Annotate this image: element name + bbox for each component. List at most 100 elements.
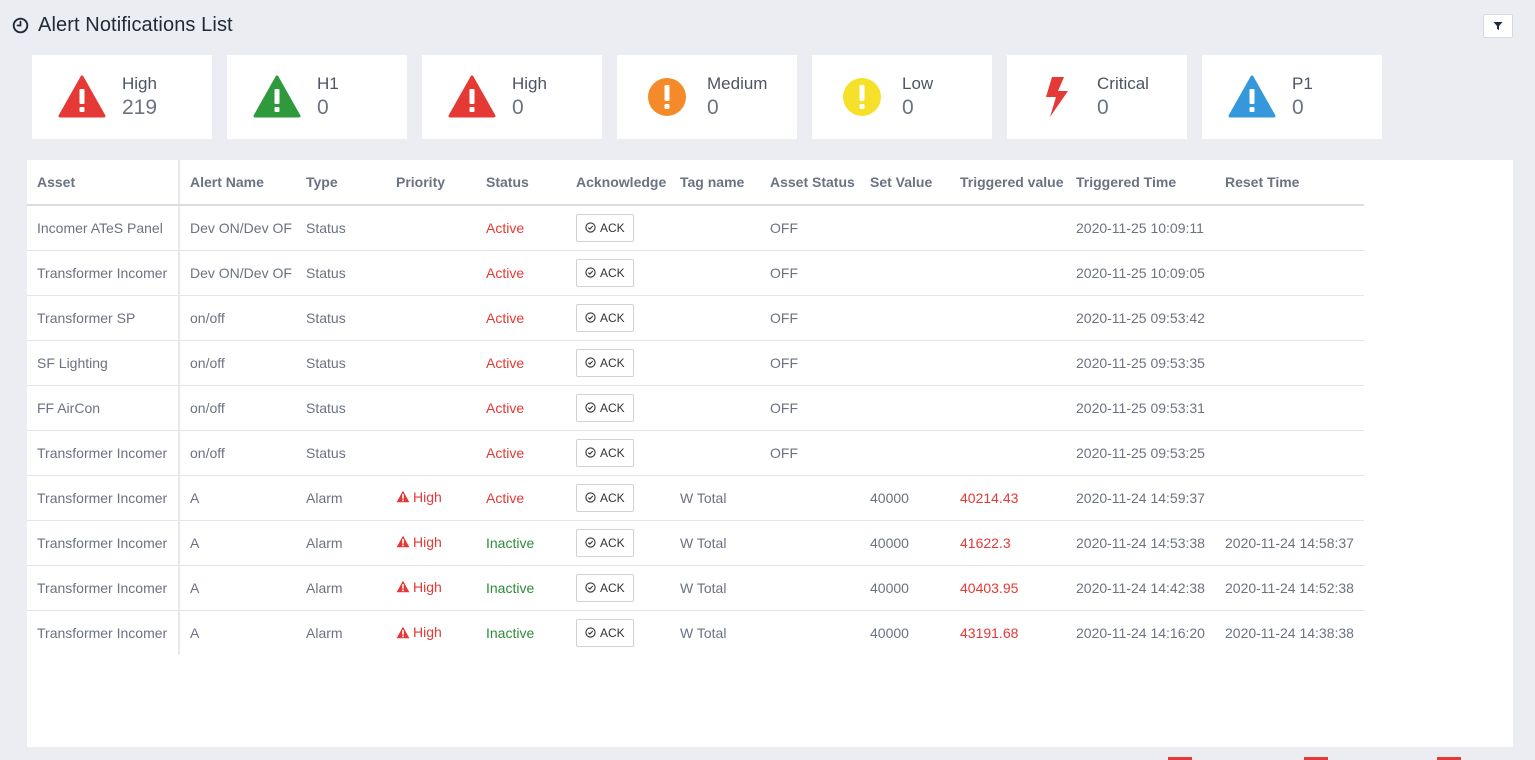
warning-triangle-icon (396, 626, 410, 638)
cell-reset-time (1215, 430, 1364, 476)
warning-triangle-icon (448, 73, 496, 121)
check-circle-icon (585, 537, 596, 548)
check-circle-icon (585, 357, 596, 368)
cell-triggered-value (950, 295, 1066, 341)
cell-tag-name: W Total (670, 475, 760, 521)
ack-button[interactable]: ACK (576, 393, 634, 422)
cell-type: Status (296, 430, 386, 476)
cell-priority: High (386, 520, 476, 566)
summary-card-medium[interactable]: Medium 0 (617, 55, 797, 139)
ack-button[interactable]: ACK (576, 483, 634, 512)
summary-label: High (512, 74, 547, 93)
cell-type: Alarm (296, 565, 386, 611)
cell-alert-name: on/off (179, 340, 296, 386)
cell-triggered-time: 2020-11-24 14:53:38 (1066, 520, 1215, 566)
summary-label: P1 (1292, 74, 1313, 93)
cell-reset-time (1215, 295, 1364, 341)
cell-tag-name (670, 295, 760, 341)
column-header-alert-name[interactable]: Alert Name (179, 160, 296, 206)
table-row: Transformer Incomer Dev ON/Dev OF Status Ac… (27, 250, 1364, 296)
summary-label: Critical (1097, 74, 1149, 93)
ack-button[interactable]: ACK (576, 618, 634, 647)
column-header-triggered-time[interactable]: Triggered Time (1066, 160, 1215, 206)
cell-asset-status (760, 565, 860, 611)
warning-triangle-icon (253, 73, 301, 121)
exclamation-circle-icon (643, 73, 691, 121)
cell-status: Active (476, 340, 566, 386)
cell-status: Inactive (476, 565, 566, 611)
cell-asset-status (760, 475, 860, 521)
cell-priority (386, 430, 476, 476)
cell-alert-name: on/off (179, 295, 296, 341)
check-circle-icon (585, 267, 596, 278)
summary-card-high[interactable]: High 0 (422, 55, 602, 139)
column-header-priority[interactable]: Priority (386, 160, 476, 206)
ack-label: ACK (600, 490, 625, 505)
check-circle-icon (585, 582, 596, 593)
summary-count: 219 (122, 96, 158, 119)
priority-label: High (413, 488, 442, 505)
summary-label: Low (902, 74, 934, 93)
check-circle-icon (585, 222, 596, 233)
cell-tag-name: W Total (680, 624, 727, 641)
cell-acknowledge: ACK (566, 430, 670, 476)
cell-triggered-value: 41622.3 (950, 520, 1066, 566)
cell-triggered-time: 2020-11-25 09:53:25 (1066, 430, 1215, 476)
summary-card-critical[interactable]: Critical 0 (1007, 55, 1187, 139)
cell-triggered-value: 40214.43 (950, 475, 1066, 521)
column-header-status[interactable]: Status (476, 160, 566, 206)
table-row: Transformer SP on/off Status Active ACK OFF 20… (27, 295, 1364, 341)
cell-triggered-value (950, 430, 1066, 476)
column-header-asset[interactable]: Asset (27, 160, 180, 206)
ack-button[interactable]: ACK (576, 348, 634, 377)
column-header-set-value[interactable]: Set Value (860, 160, 950, 206)
cell-asset: Transformer Incomer (27, 430, 180, 476)
table-header-row: Asset Alert Name Type Priority Status Acknowl… (27, 160, 1364, 206)
cell-alert-name: Dev ON/Dev OF (179, 205, 296, 251)
summary-card-low[interactable]: Low 0 (812, 55, 992, 139)
ack-button[interactable]: ACK (576, 528, 634, 557)
table-row: SF Lighting on/off Status Active ACK OFF 2020-… (27, 340, 1364, 386)
check-circle-icon (585, 627, 596, 638)
ack-button[interactable]: ACK (576, 438, 634, 467)
summary-card-p1[interactable]: P1 0 (1202, 55, 1382, 139)
ack-button[interactable]: ACK (576, 573, 634, 602)
ack-label: ACK (600, 310, 625, 325)
cell-asset-status: OFF (760, 250, 860, 296)
summary-card-high[interactable]: High 219 (32, 55, 212, 139)
warning-triangle-icon (58, 73, 106, 121)
cell-acknowledge: ACK (566, 385, 670, 431)
exclamation-circle-icon (838, 73, 886, 121)
table-row: Incomer ATeS Panel Dev ON/Dev OF Status Act… (27, 205, 1364, 251)
cell-status: Active (476, 430, 566, 476)
cell-triggered-time: 2020-11-25 09:53:35 (1066, 340, 1215, 386)
ack-label: ACK (600, 220, 625, 235)
page-title: Alert Notifications List (38, 13, 233, 36)
column-header-reset-time[interactable]: Reset Time (1215, 160, 1364, 206)
cell-type: Status (296, 250, 386, 296)
cell-asset: FF AirCon (27, 385, 180, 431)
summary-card-h1[interactable]: H1 0 (227, 55, 407, 139)
cell-triggered-time: 2020-11-25 09:53:42 (1066, 295, 1215, 341)
cell-tag-name: W Total (670, 565, 760, 611)
filter-button[interactable] (1483, 14, 1513, 38)
column-header-type[interactable]: Type (296, 160, 386, 206)
column-header-asset-status[interactable]: Asset Status (760, 160, 860, 206)
cell-alert-name: Dev ON/Dev OF (179, 250, 296, 296)
cell-asset: Transformer Incomer (27, 520, 180, 566)
cell-triggered-value: 43191.68 (960, 624, 1019, 641)
summary-count: 0 (707, 96, 719, 119)
cell-alert-name: A (179, 565, 296, 611)
cell-tag-name (670, 385, 760, 431)
cell-tag-name (670, 340, 760, 386)
ack-button[interactable]: ACK (576, 213, 634, 242)
cell-tag-name (670, 250, 760, 296)
cell-set-value (860, 295, 950, 341)
column-header-tag-name[interactable]: Tag name (670, 160, 760, 206)
column-header-acknowledge[interactable]: Acknowledge (566, 160, 670, 206)
cell-type: Alarm (296, 520, 386, 566)
ack-button[interactable]: ACK (576, 303, 634, 332)
ack-button[interactable]: ACK (576, 258, 634, 287)
cell-alert-name: on/off (179, 430, 296, 476)
column-header-triggered-value[interactable]: Triggered value (950, 160, 1066, 206)
